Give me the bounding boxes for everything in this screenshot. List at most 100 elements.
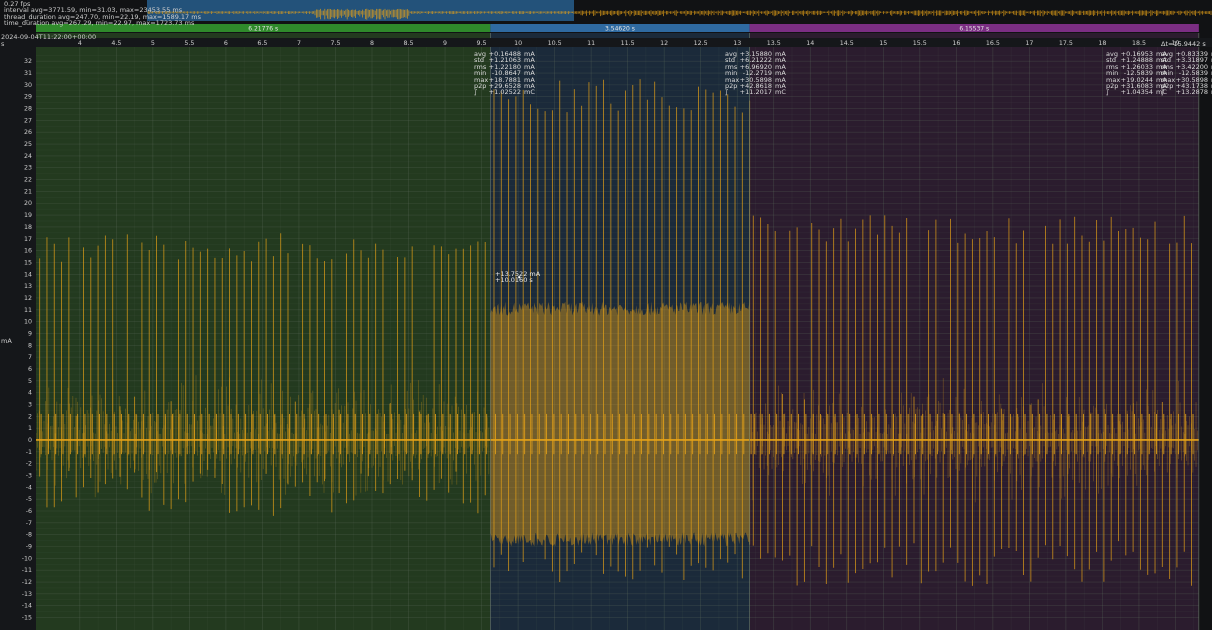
y-tick-label: -3 [26,472,32,479]
stat-unit: mC [775,88,786,97]
region-2-duration: 3.54620 s [605,25,635,32]
y-tick-label: 14 [24,271,32,278]
region-3-stats: avg +0.16953 mA std +1.24888 mA rms +1.26033 mA m… [1106,51,1167,96]
y-tick-label: 9 [28,330,32,337]
x-tick-label: 5 [151,40,155,47]
total-stats: avg+0.83339mAstd+3.31897mArms+3.42200mAm… [1161,51,1212,96]
y-tick-label: -8 [26,532,32,539]
x-tick-label: 4.5 [111,40,121,47]
waveform-plot[interactable]: 6.21776 s 3.54620 s 6.15537 s 4 4.5 5 5.5 6 6.5… [0,0,1212,630]
x-tick-label: 15.5 [913,40,927,47]
stat-row: ∫+13.2878mC [1161,88,1212,97]
y-tick-label: 7 [28,354,32,361]
x-tick-label: 18 [1098,40,1106,47]
total-dt-label: Δt=15.9442 s [1161,40,1206,48]
x-tick-label: 10 [514,40,522,47]
y-tick-label: 19 [24,212,32,219]
x-tick-label: 17.5 [1059,40,1073,47]
y-tick-label: -12 [22,579,32,586]
y-tick-label: 3 [28,401,32,408]
y-tick-label: -1 [26,449,32,456]
x-tick-label: 8.5 [404,40,414,47]
x-tick-label: 16.5 [986,40,1000,47]
y-tick-label: 26 [24,129,32,136]
stat-row: ∫ +11.2017 mC [725,88,786,97]
y-tick-label: 10 [24,319,32,326]
stat-value: +1.02522 [488,88,521,97]
x-tick-label: 18.5 [1132,40,1146,47]
stat-row: ∫ +1.02522 mC [474,88,535,97]
y-tick-label: 31 [24,70,32,77]
y-tick-label: -14 [22,603,32,610]
y-tick-label: 28 [24,106,32,113]
y-tick-label: 6 [28,366,32,373]
stat-value: +13.2878 [1175,88,1208,97]
y-tick-label: 20 [24,200,32,207]
stat-value: +1.04354 [1120,88,1153,97]
y-tick-label: -2 [26,461,32,468]
y-tick-label: 2 [28,413,32,420]
x-tick-label: 9.5 [477,40,487,47]
stat-row: ∫ +1.04354 mC [1106,88,1167,97]
render-stats-overlay: 0.27 fps interval avg=3771.59, min=31.03… [4,1,201,27]
stats-column-bg [1198,24,1212,630]
y-tick-label: 1 [28,425,32,432]
y-tick-label: -7 [26,520,32,527]
x-tick-label: 4 [78,40,82,47]
stat-key: ∫ [725,88,729,97]
y-tick-label: 13 [24,283,32,290]
region-1-duration: 6.21776 s [248,25,278,32]
y-tick-label: 32 [24,58,32,65]
x-axis-ticks: 4 4.5 5 5.5 6 6.5 7 7.5 8 8.5 9 9.5 10 10.5 11 11.5 12 12… [0,38,1212,47]
y-tick-label: -13 [22,591,32,598]
y-tick-label: 24 [24,153,32,160]
x-tick-label: 15 [879,40,887,47]
cursor-tooltip: +13.7522 mA +10.0160 s [495,271,540,284]
y-tick-label: 27 [24,117,32,124]
y-tick-label: -10 [22,555,32,562]
overview-waveform[interactable] [147,0,1212,21]
x-tick-label: 5.5 [184,40,194,47]
x-tick-label: 16 [952,40,960,47]
x-tick-label: 14 [806,40,814,47]
stat-key: ∫ [474,88,478,97]
stat-key: ∫ [1106,88,1110,97]
x-tick-label: 10.5 [548,40,562,47]
y-tick-label: 18 [24,224,32,231]
y-tick-label: 17 [24,236,32,243]
x-tick-label: 13 [733,40,741,47]
x-tick-label: 13.5 [767,40,781,47]
overview-selection[interactable] [147,0,574,21]
x-tick-label: 6 [224,40,228,47]
y-tick-label: 21 [24,188,32,195]
y-tick-label: 29 [24,94,32,101]
y-tick-label: -11 [22,567,32,574]
y-tick-label: 23 [24,165,32,172]
y-tick-label: 15 [24,259,32,266]
y-tick-label: 16 [24,248,32,255]
cursor-time: +10.0160 s [495,276,533,285]
y-axis-unit: mA [1,337,12,345]
region-1-stats: avg +0.16488 mA std +1.21063 mA rms +1.22180 mA m… [474,51,535,96]
stat-key: ∫ [1161,88,1165,97]
y-tick-label: 0 [28,437,32,444]
y-tick-label: 5 [28,378,32,385]
timestamp-label: 2024-09-04T11:22:00+00:00 [1,33,97,41]
x-tick-label: 7.5 [330,40,340,47]
stat-unit: mC [524,88,535,97]
y-tick-label: -5 [26,496,32,503]
x-tick-label: 8 [370,40,374,47]
y-tick-label: -9 [26,544,32,551]
x-tick-label: 14.5 [840,40,854,47]
x-tick-label: 11.5 [621,40,635,47]
y-tick-label: -4 [26,484,32,491]
x-tick-label: 12.5 [694,40,708,47]
y-tick-label: 12 [24,295,32,302]
y-tick-label: -15 [22,615,32,622]
y-tick-label: 22 [24,177,32,184]
y-tick-label: 4 [28,390,32,397]
region-2-stats: avg +3.15880 mA std +6.21222 mA rms +6.96920 mA m… [725,51,786,96]
x-tick-label: 6.5 [257,40,267,47]
x-tick-label: 11 [587,40,595,47]
x-tick-label: 9 [443,40,447,47]
